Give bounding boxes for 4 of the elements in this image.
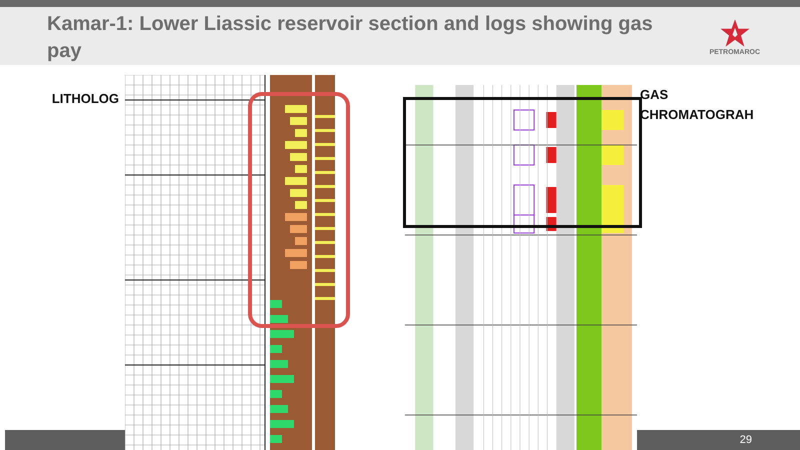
slide-title: Kamar-1: Lower Liassic reservoir section and logs showing gas pay	[47, 12, 654, 64]
page-number: 29	[740, 434, 752, 446]
gas-chromatograph-label: GAS CHROMATOGRAH	[639, 86, 755, 124]
litholog-label: LITHOLOG	[52, 91, 119, 106]
